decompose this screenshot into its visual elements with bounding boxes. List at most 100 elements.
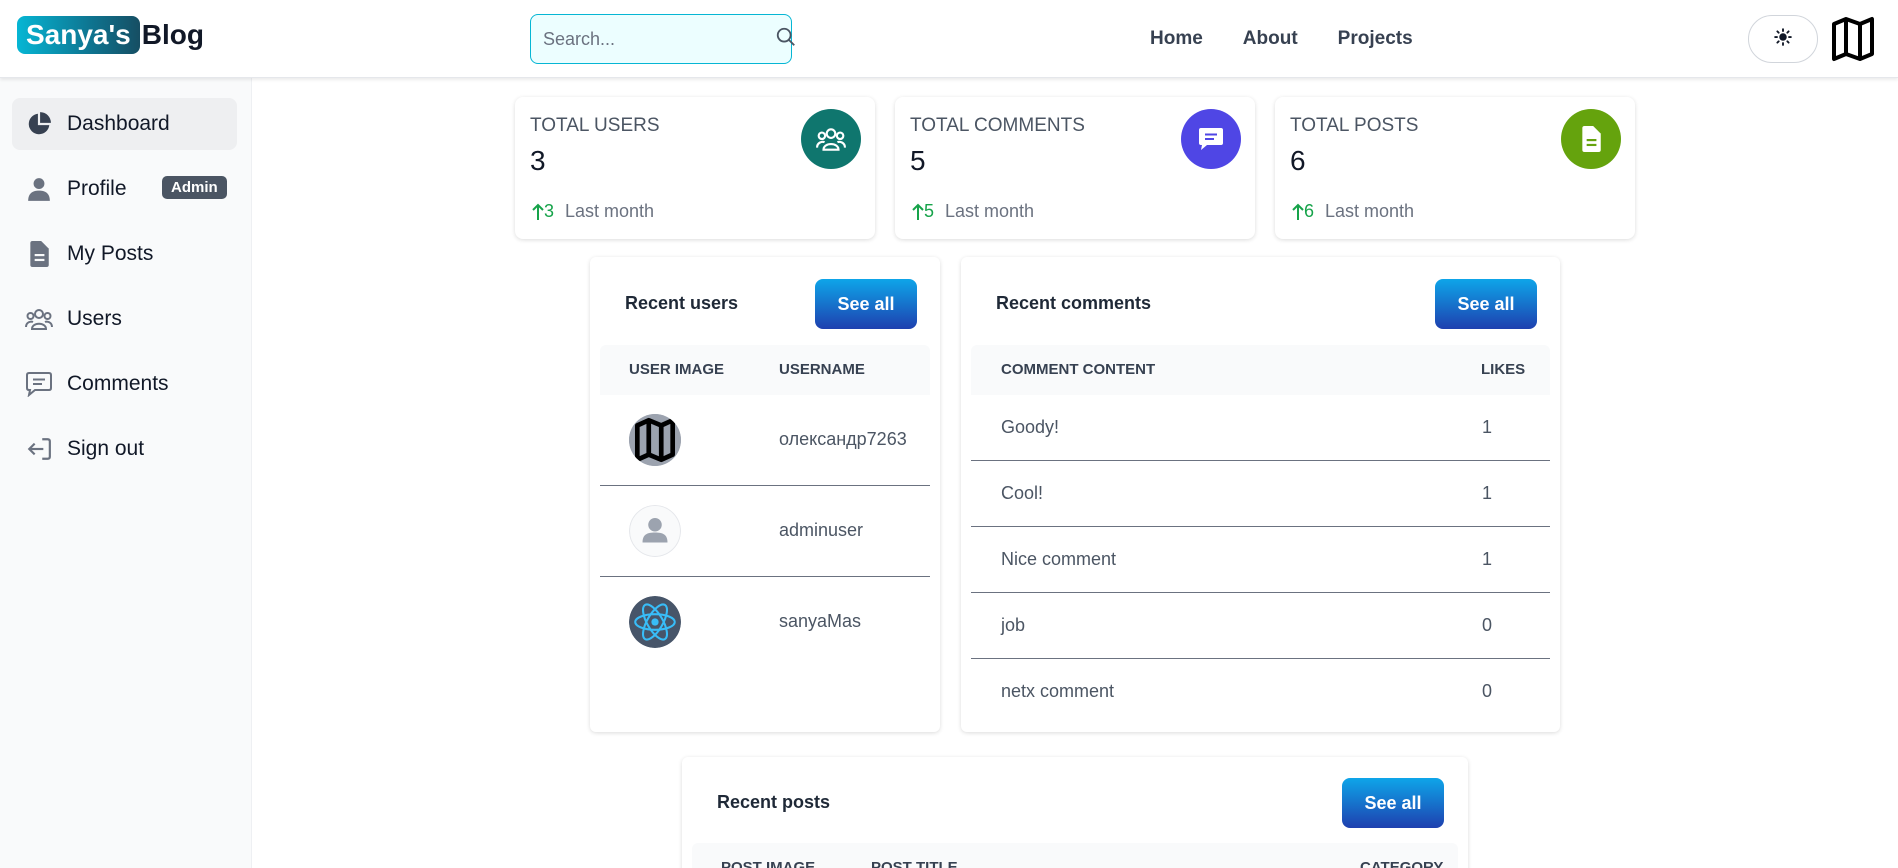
comment-content: job (1001, 615, 1026, 635)
stat-delta-value: 6 (1304, 201, 1315, 221)
sidebar-item-profile[interactable]: Profile Admin (12, 163, 237, 215)
stat-value: 5 (910, 145, 926, 176)
panel-title: Recent comments (996, 293, 1152, 313)
stat-title: TOTAL POSTS (1290, 115, 1419, 136)
sidebar-item-label: Comments (67, 372, 169, 395)
stat-value: 6 (1290, 145, 1306, 176)
default-avatar-icon (629, 505, 681, 557)
nav-about[interactable]: About (1243, 28, 1298, 50)
map-avatar-icon (629, 414, 681, 466)
theme-toggle-button[interactable] (1748, 15, 1818, 63)
document-icon (1561, 109, 1621, 169)
recent-users-panel: Recent users See all USER IMAGE USERNAME… (590, 257, 940, 732)
see-all-comments-button[interactable]: See all (1435, 279, 1537, 329)
stat-delta-value: 5 (924, 201, 935, 221)
pie-chart-icon (24, 109, 54, 139)
comment-content: Goody! (1001, 417, 1060, 437)
logo-text: Blog (141, 19, 204, 50)
sidebar-item-dashboard[interactable]: Dashboard (12, 98, 237, 150)
site-logo[interactable]: Sanya's Blog (17, 16, 204, 54)
comment-icon (24, 369, 54, 399)
logo-badge: Sanya's (17, 16, 140, 54)
stat-footer: 6 Last month (1292, 201, 1414, 222)
see-all-posts-button[interactable]: See all (1342, 778, 1444, 828)
top-header: Sanya's Blog Home About Projects (0, 0, 1898, 78)
comment-likes: 0 (1482, 681, 1493, 701)
stat-card-comments: TOTAL COMMENTS 5 5 Last month (895, 97, 1255, 239)
comment-likes: 1 (1482, 483, 1493, 503)
stat-card-posts: TOTAL POSTS 6 6 Last month (1275, 97, 1635, 239)
table-header: USER IMAGE USERNAME (600, 345, 930, 395)
comment-likes: 1 (1482, 549, 1493, 569)
column-header: LIKES (1481, 361, 1526, 378)
react-logo-icon (629, 596, 681, 648)
stat-footer: 3 Last month (532, 201, 654, 222)
column-header: USERNAME (779, 361, 865, 378)
stat-delta-value: 3 (544, 201, 555, 221)
stat-period: Last month (945, 201, 1035, 221)
stat-delta: 3 (532, 201, 554, 222)
table-header: COMMENT CONTENT LIKES (971, 345, 1550, 395)
search-box (530, 14, 795, 64)
table-header: POST IMAGE POST TITLE CATEGORY (692, 843, 1458, 868)
column-header: COMMENT CONTENT (1001, 361, 1156, 378)
recent-posts-panel: Recent posts See all POST IMAGE POST TIT… (682, 757, 1468, 868)
stat-title: TOTAL COMMENTS (910, 115, 1085, 136)
stat-period: Last month (565, 201, 655, 221)
user-icon (24, 174, 54, 204)
panel-title: Recent posts (717, 792, 831, 812)
sidebar-item-label: Users (67, 307, 122, 330)
sidebar-item-label: Dashboard (67, 112, 170, 135)
table-row[interactable]: Nice comment 1 (971, 527, 1550, 593)
map-icon (1828, 14, 1878, 68)
admin-badge: Admin (162, 176, 227, 199)
panel-title: Recent users (625, 293, 739, 313)
table-row[interactable]: netx comment 0 (971, 659, 1550, 725)
comment-likes: 0 (1482, 615, 1493, 635)
stat-period: Last month (1325, 201, 1415, 221)
recent-comments-panel: Recent comments See all COMMENT CONTENT … (961, 257, 1560, 732)
users-icon (24, 304, 54, 334)
main-nav: Home About Projects (1150, 28, 1413, 50)
table-row[interactable]: sanyaMas (600, 577, 930, 668)
column-header: POST IMAGE (721, 859, 816, 868)
users-icon (801, 109, 861, 169)
username: adminuser (779, 520, 864, 540)
sign-out-icon (24, 434, 54, 464)
nav-projects[interactable]: Projects (1338, 28, 1413, 50)
column-header: CATEGORY (1360, 859, 1444, 868)
stat-footer: 5 Last month (912, 201, 1034, 222)
table-row[interactable]: олександр7263 (600, 395, 930, 486)
stat-delta: 5 (912, 201, 934, 222)
sidebar-item-my-posts[interactable]: My Posts (12, 228, 237, 280)
comment-content: netx comment (1001, 681, 1115, 701)
comment-content: Nice comment (1001, 549, 1117, 569)
table-row[interactable]: Goody! 1 (971, 395, 1550, 461)
table-row[interactable]: job 0 (971, 593, 1550, 659)
search-icon[interactable] (775, 26, 797, 53)
search-input[interactable] (543, 28, 775, 50)
stat-value: 3 (530, 145, 546, 176)
sidebar-item-label: My Posts (67, 242, 154, 265)
table-row[interactable]: adminuser (600, 486, 930, 577)
sidebar: Dashboard Profile Admin My Posts Users C… (0, 78, 252, 868)
sidebar-item-sign-out[interactable]: Sign out (12, 423, 237, 475)
table-row[interactable]: Cool! 1 (971, 461, 1550, 527)
column-header: USER IMAGE (629, 361, 725, 378)
see-all-users-button[interactable]: See all (815, 279, 917, 329)
comment-icon (1181, 109, 1241, 169)
arrow-up-icon (532, 203, 544, 220)
sidebar-item-label: Profile (67, 177, 127, 200)
sidebar-item-comments[interactable]: Comments (12, 358, 237, 410)
stat-title: TOTAL USERS (530, 115, 660, 136)
sun-icon (1774, 27, 1792, 51)
arrow-up-icon (912, 203, 924, 220)
stat-delta: 6 (1292, 201, 1314, 222)
stat-card-users: TOTAL USERS 3 3 Last month (515, 97, 875, 239)
column-header: POST TITLE (871, 859, 958, 868)
sidebar-item-label: Sign out (67, 437, 145, 460)
nav-home[interactable]: Home (1150, 28, 1203, 50)
arrow-up-icon (1292, 203, 1304, 220)
sidebar-item-users[interactable]: Users (12, 293, 237, 345)
user-avatar[interactable] (1828, 14, 1878, 64)
